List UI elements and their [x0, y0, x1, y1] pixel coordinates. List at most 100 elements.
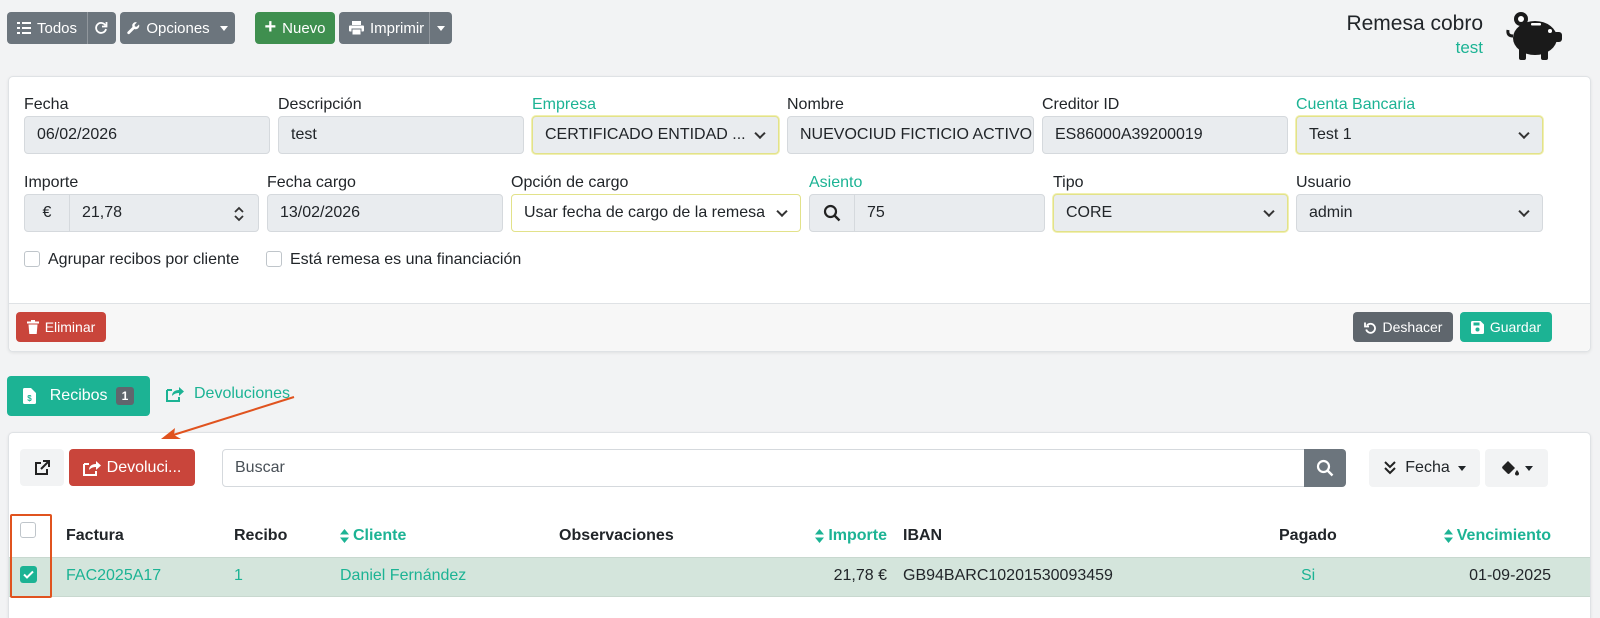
cell-cliente[interactable]: Daniel Fernández	[340, 567, 466, 585]
open-external-button[interactable]	[20, 449, 64, 486]
asiento-search-addon[interactable]	[809, 194, 855, 232]
financiacion-label: Está remesa es una financiación	[290, 251, 522, 268]
page-title: Remesa cobro	[1346, 12, 1483, 35]
importe-value: 21,78	[82, 204, 123, 221]
chevron-down-icon	[1263, 205, 1275, 218]
cell-pagado: Si	[1301, 567, 1316, 584]
col-importe[interactable]: Importe	[815, 527, 887, 545]
invoice-dollar-icon: $	[22, 388, 36, 404]
devolucion-button[interactable]: Devoluci...	[69, 449, 195, 486]
fecha-value: 06/02/2026	[37, 126, 118, 143]
col-factura[interactable]: Factura	[66, 527, 124, 545]
col-recibo[interactable]: Recibo	[234, 527, 287, 545]
opcion-cargo-label: Opción de cargo	[511, 174, 629, 191]
cuenta-value: Test 1	[1309, 126, 1352, 143]
sort-label: Fecha	[1405, 459, 1450, 476]
wrench-icon	[127, 21, 140, 34]
creditor-label: Creditor ID	[1042, 96, 1120, 113]
trash-icon	[26, 320, 39, 334]
descripcion-input[interactable]: test	[278, 116, 524, 154]
search-input[interactable]: Buscar	[222, 449, 1305, 487]
sort-icon	[815, 529, 825, 543]
importe-currency-addon: €	[24, 194, 70, 232]
col-pagado[interactable]: Pagado	[1279, 527, 1337, 545]
tipo-label: Tipo	[1053, 174, 1084, 191]
usuario-select[interactable]: admin	[1296, 194, 1543, 232]
col-vencimiento-label: Vencimiento	[1456, 527, 1551, 544]
refresh-icon[interactable]	[94, 21, 108, 35]
search-button[interactable]	[1304, 449, 1346, 487]
creditor-input[interactable]: ES86000A39200019	[1042, 116, 1288, 154]
fecha-cargo-input[interactable]: 13/02/2026	[267, 194, 503, 232]
search-icon	[1316, 459, 1334, 477]
chevron-down-icon	[1518, 127, 1530, 140]
undo-icon	[1363, 322, 1376, 334]
col-iban[interactable]: IBAN	[903, 527, 942, 545]
nombre-label: Nombre	[787, 96, 844, 113]
financiacion-checkbox[interactable]	[266, 251, 282, 267]
col-importe-label: Importe	[828, 527, 887, 544]
imprimir-dropdown-icon[interactable]	[437, 25, 445, 31]
todos-label: Todos	[37, 19, 78, 37]
caret-down-icon	[1457, 465, 1466, 471]
guardar-label: Guardar	[1489, 319, 1542, 335]
euro-icon: €	[42, 204, 52, 221]
chevron-down-icon	[776, 205, 788, 218]
sort-amount-down-icon	[1384, 461, 1396, 475]
nombre-value: NUEVOCIUD FICTICIO ACTIVO	[800, 126, 1033, 143]
opciones-button[interactable]: Opciones	[120, 12, 235, 44]
asiento-label: Asiento	[809, 174, 863, 191]
guardar-button[interactable]: Guardar	[1460, 312, 1552, 342]
importe-label: Importe	[24, 174, 79, 191]
usuario-label: Usuario	[1296, 174, 1352, 191]
devolucion-label: Devoluci...	[106, 458, 182, 476]
tab-recibos-label: Recibos	[49, 387, 108, 404]
nuevo-button[interactable]: + Nuevo	[255, 12, 335, 44]
tipo-value: CORE	[1066, 204, 1113, 221]
fill-drip-icon	[1501, 461, 1519, 476]
print-icon	[349, 21, 364, 35]
sort-button[interactable]: Fecha	[1369, 449, 1480, 487]
table-row[interactable]	[9, 557, 1590, 597]
fecha-cargo-label: Fecha cargo	[267, 174, 356, 191]
cuenta-bancaria-select[interactable]: Test 1	[1296, 116, 1543, 154]
todos-button[interactable]: Todos	[7, 12, 116, 44]
annotation-arrow	[161, 396, 295, 439]
empresa-select[interactable]: CERTIFICADO ENTIDAD ...	[532, 116, 779, 154]
deshacer-label: Deshacer	[1382, 319, 1443, 335]
asiento-input[interactable]: 75	[854, 194, 1045, 232]
sort-icon	[340, 529, 349, 543]
caret-down-icon	[219, 25, 228, 31]
opcion-cargo-select[interactable]: Usar fecha de cargo de la remesa	[511, 194, 801, 232]
col-cliente[interactable]: Cliente	[340, 527, 406, 545]
col-cliente-label: Cliente	[353, 527, 407, 544]
cell-factura[interactable]: FAC2025A17	[66, 567, 161, 585]
col-vencimiento[interactable]: Vencimiento	[1443, 527, 1551, 545]
fecha-cargo-value: 13/02/2026	[280, 204, 361, 221]
cell-recibo[interactable]: 1	[234, 567, 243, 585]
importe-input[interactable]: 21,78	[69, 194, 259, 232]
agrupar-checkbox[interactable]	[24, 251, 40, 267]
descripcion-value: test	[291, 126, 317, 143]
search-icon	[823, 204, 841, 222]
cuenta-bancaria-label: Cuenta Bancaria	[1296, 96, 1416, 113]
deshacer-button[interactable]: Deshacer	[1353, 312, 1453, 342]
eliminar-button[interactable]: Eliminar	[16, 312, 106, 342]
fecha-input[interactable]: 06/02/2026	[24, 116, 270, 154]
nombre-input[interactable]: NUEVOCIUD FICTICIO ACTIVO	[787, 116, 1034, 154]
imprimir-button[interactable]: Imprimir	[339, 12, 452, 44]
descripcion-label: Descripción	[278, 96, 362, 113]
fecha-label: Fecha	[24, 96, 69, 113]
asiento-value: 75	[867, 204, 885, 221]
nuevo-label: Nuevo	[282, 19, 326, 37]
stepper-icon[interactable]	[234, 206, 244, 222]
filter-color-button[interactable]	[1485, 449, 1548, 487]
agrupar-label: Agrupar recibos por cliente	[48, 251, 240, 268]
opciones-label: Opciones	[146, 19, 210, 37]
page-subtitle: test	[1455, 38, 1483, 57]
tipo-select[interactable]: CORE	[1053, 194, 1288, 232]
plus-icon: +	[264, 16, 277, 38]
cell-importe: 21,78 €	[833, 567, 887, 584]
col-observaciones[interactable]: Observaciones	[559, 527, 674, 545]
tab-recibos[interactable]: $ Recibos 1	[7, 376, 150, 416]
